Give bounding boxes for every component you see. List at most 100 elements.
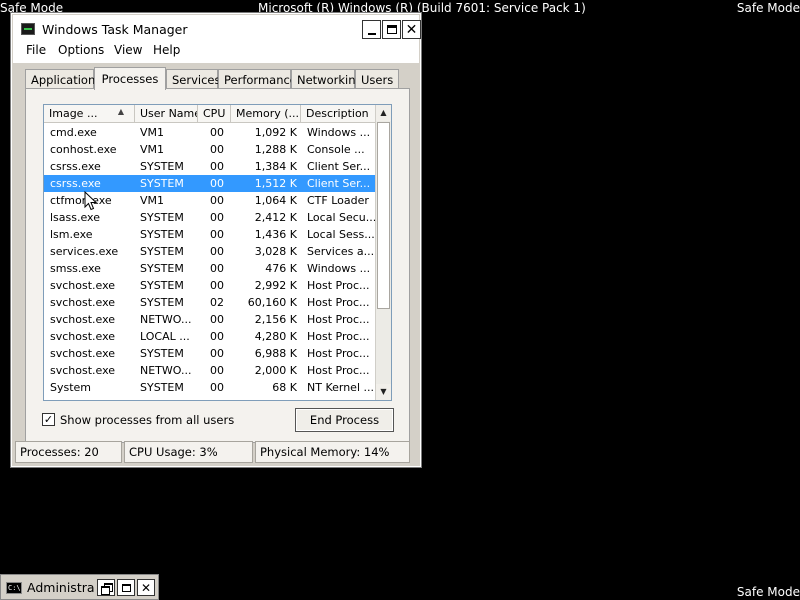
close-button[interactable]: ✕ [402,20,421,39]
tab-networking[interactable]: Networking [291,69,363,89]
table-row[interactable]: svchost.exe NETWO... 00 2,000 K Host Proc... [44,362,377,379]
show-all-users-checkbox[interactable]: ✓ [42,413,55,426]
show-all-users-label[interactable]: Show processes from all users [60,413,234,427]
memory-cell: 1,288 K [254,143,297,156]
user-name-cell: VM1 [140,126,165,139]
description-cell: Local Secu... [307,211,377,224]
memory-cell: 1,436 K [254,228,297,241]
memory-cell: 2,992 K [254,279,297,292]
memory-cell: 3,028 K [254,245,297,258]
user-name-cell: SYSTEM [140,279,184,292]
status-bar: Processes: 20 CPU Usage: 3% Physical Mem… [15,441,418,463]
table-row[interactable]: lsm.exe SYSTEM 00 1,436 K Local Sess... [44,226,377,243]
scrollbar-thumb[interactable] [377,122,390,309]
table-row[interactable]: svchost.exe SYSTEM 00 6,988 K Host Proc... [44,345,377,362]
table-row[interactable]: cmd.exe VM1 00 1,092 K Windows ... [44,124,377,141]
column-header-user-name[interactable]: User Name [135,105,198,123]
menu-file[interactable]: File [26,43,46,57]
maximize-icon [386,25,397,34]
description-cell: Host Proc... [307,364,370,377]
minimize-icon [367,32,376,35]
table-row[interactable]: csrss.exe SYSTEM 00 1,512 K Client Ser... [44,175,377,192]
memory-cell: 1,064 K [254,194,297,207]
column-header-cpu[interactable]: CPU [198,105,231,123]
cpu-cell: 00 [210,228,224,241]
cpu-cell: 00 [210,330,224,343]
memory-cell: 476 K [265,262,297,275]
mouse-pointer-icon [84,191,98,211]
description-cell: Host Proc... [307,279,370,292]
user-name-cell: VM1 [140,143,165,156]
tab-services[interactable]: Services [166,69,221,89]
user-name-cell: SYSTEM [140,262,184,275]
process-list-header: Image ... ▲ User Name CPU Memory (... De… [44,105,377,123]
process-name-cell: smss.exe [50,262,101,275]
task-manager-app-icon [21,23,35,35]
description-cell: Host Proc... [307,313,370,326]
cpu-cell: 00 [210,381,224,394]
maximize-button-minimized[interactable] [117,579,135,596]
column-header-label: Image ... [49,107,98,120]
menu-bar: File Options View Help [13,43,419,63]
menu-help[interactable]: Help [153,43,180,57]
process-name-cell: svchost.exe [50,296,116,309]
memory-cell: 6,988 K [254,347,297,360]
process-name-cell: services.exe [50,245,119,258]
cpu-cell: 00 [210,347,224,360]
cpu-cell: 00 [210,143,224,156]
cpu-cell: 00 [210,262,224,275]
description-cell: Host Proc... [307,330,370,343]
memory-cell: 1,384 K [254,160,297,173]
process-name-cell: svchost.exe [50,313,116,326]
menu-view[interactable]: View [114,43,142,57]
scroll-down-arrow-icon[interactable]: ▼ [376,384,391,400]
user-name-cell: SYSTEM [140,245,184,258]
column-header-description[interactable]: Description [301,105,377,123]
process-name-cell: cmd.exe [50,126,97,139]
table-row[interactable]: System SYSTEM 00 68 K NT Kernel ... [44,379,377,396]
user-name-cell: SYSTEM [140,211,184,224]
memory-cell: 2,000 K [254,364,297,377]
scroll-up-arrow-icon[interactable]: ▲ [376,105,391,121]
process-name-cell: svchost.exe [50,279,116,292]
tab-applications[interactable]: Applications [25,69,101,89]
safe-mode-label-bottom-right: Safe Mode [736,585,800,599]
description-cell: Console ... [307,143,365,156]
process-name-cell: svchost.exe [50,347,116,360]
table-row[interactable]: svchost.exe SYSTEM 00 2,992 K Host Proc... [44,277,377,294]
cpu-cell: 00 [210,126,224,139]
table-row[interactable]: lsass.exe SYSTEM 00 2,412 K Local Secu... [44,209,377,226]
maximize-button[interactable] [382,20,401,39]
table-row[interactable]: services.exe SYSTEM 00 3,028 K Services a... [44,243,377,260]
column-header-image-name[interactable]: Image ... ▲ [44,105,135,123]
memory-cell: 2,412 K [254,211,297,224]
maximize-icon [121,583,131,592]
table-row[interactable]: svchost.exe SYSTEM 02 60,160 K Host Proc... [44,294,377,311]
description-cell: Windows ... [307,126,371,139]
minimize-button[interactable] [362,20,381,39]
status-cpu-usage: CPU Usage: 3% [124,441,253,463]
process-name-cell: lsass.exe [50,211,100,224]
title-bar[interactable]: Windows Task Manager ✕ [13,15,421,43]
restore-icon [100,582,113,595]
close-button-minimized[interactable]: ✕ [137,579,155,596]
user-name-cell: SYSTEM [140,160,184,173]
process-list[interactable]: Image ... ▲ User Name CPU Memory (... De… [43,104,392,401]
table-row[interactable]: svchost.exe NETWO... 00 2,156 K Host Proc... [44,311,377,328]
column-header-memory[interactable]: Memory (... [231,105,301,123]
table-row[interactable]: svchost.exe LOCAL ... 00 4,280 K Host Proc..… [44,328,377,345]
table-row[interactable]: smss.exe SYSTEM 00 476 K Windows ... [44,260,377,277]
process-list-scrollbar[interactable]: ▲ ▼ [375,105,391,400]
table-row[interactable]: csrss.exe SYSTEM 00 1,384 K Client Ser... [44,158,377,175]
tab-processes[interactable]: Processes [94,67,166,90]
menu-options[interactable]: Options [58,43,104,57]
restore-button[interactable] [97,579,115,596]
end-process-button[interactable]: End Process [295,408,394,432]
tab-performance[interactable]: Performance [218,69,297,89]
table-row[interactable]: conhost.exe VM1 00 1,288 K Console ... [44,141,377,158]
description-cell: Windows ... [307,262,371,275]
user-name-cell: SYSTEM [140,177,184,190]
process-name-cell: csrss.exe [50,177,101,190]
minimized-admin-window[interactable]: C:\ Administra... ✕ [0,574,159,600]
tab-users[interactable]: Users [355,69,399,89]
